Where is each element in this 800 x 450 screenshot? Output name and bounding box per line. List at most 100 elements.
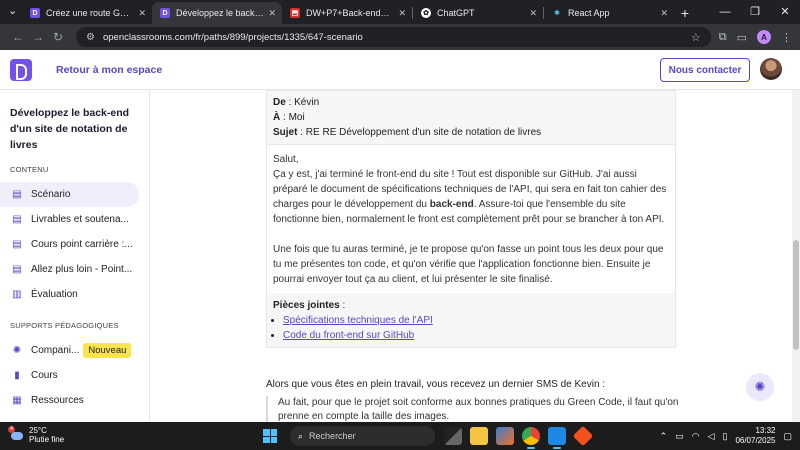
- openclassrooms-icon: D: [160, 8, 170, 18]
- extensions-icon[interactable]: ⧉: [719, 31, 727, 44]
- restore-icon[interactable]: ❐: [740, 0, 770, 24]
- sms-intro-text: Alors que vous êtes en plein travail, vo…: [266, 379, 606, 390]
- sidebar-item-cours-carriere[interactable]: ▤ Cours point carrière :...: [0, 232, 139, 257]
- email-to: Moi: [288, 112, 305, 123]
- book-icon: ▮: [14, 370, 20, 381]
- sidebar-item-label: Allez plus loin - Point...: [31, 264, 133, 275]
- sidebar-item-label: Évaluation: [31, 289, 78, 300]
- sidebar-item-evaluation[interactable]: ▥ Évaluation: [0, 282, 139, 307]
- browser-tab-3[interactable]: ⬒ DW+P7+Back-end+-+Spec ✕: [282, 2, 412, 24]
- tab-title: Créez une route GET - Open: [46, 8, 134, 18]
- sidebar-item-compagnon[interactable]: ✺ Compani... Nouveau: [0, 338, 139, 363]
- close-tab-icon[interactable]: ✕: [138, 8, 146, 19]
- close-window-icon[interactable]: ✕: [770, 0, 800, 24]
- file-explorer-icon[interactable]: [470, 427, 488, 445]
- close-tab-icon[interactable]: ✕: [398, 8, 406, 19]
- notification-icon[interactable]: ▢: [783, 431, 792, 442]
- contact-button[interactable]: Nous contacter: [660, 58, 750, 82]
- course-sidebar: Développez le back-end d'un site de nota…: [0, 90, 150, 422]
- chart-icon: ▥: [12, 289, 22, 300]
- subject-label: Sujet: [273, 127, 298, 138]
- task-view-icon[interactable]: [444, 427, 462, 445]
- new-tab-icon[interactable]: +: [674, 5, 696, 21]
- github-link[interactable]: Code du front-end sur GitHub: [283, 330, 414, 341]
- weather-widget[interactable]: 4 25°C Plutie fine: [8, 426, 65, 444]
- attachment-item: Code du front-end sur GitHub: [283, 328, 669, 343]
- pdf-icon: ⬒: [290, 8, 300, 18]
- bookmark-star-icon[interactable]: ☆: [691, 31, 701, 44]
- git-icon[interactable]: [572, 425, 594, 447]
- address-bar[interactable]: ⚙ openclassrooms.com/fr/paths/899/projec…: [76, 27, 711, 47]
- back-arrow-icon[interactable]: ←: [8, 30, 28, 44]
- email-paragraph-1: Salut, Ça y est, j'ai terminé le front-en…: [273, 152, 669, 227]
- back-to-space-link[interactable]: Retour à mon espace: [56, 64, 162, 76]
- profile-avatar[interactable]: A: [757, 30, 771, 44]
- language-icon[interactable]: ▭: [675, 431, 684, 442]
- assistant-fab-icon[interactable]: ✺: [746, 373, 774, 401]
- scrollbar-thumb[interactable]: [793, 240, 799, 350]
- taskbar-apps: [444, 425, 594, 449]
- folder-icon: ▦: [12, 395, 22, 406]
- search-icon: ⌕: [298, 430, 304, 441]
- sms-quote: Au fait, pour que le projet soit conform…: [266, 396, 686, 422]
- vscode-icon[interactable]: [548, 427, 566, 449]
- attachment-item: Spécifications techniques de l'API: [283, 313, 669, 328]
- sidebar-item-ressources[interactable]: ▦ Ressources: [0, 388, 139, 413]
- react-icon: ⚛: [553, 10, 561, 17]
- taskbar-search[interactable]: ⌕ Rechercher: [290, 426, 435, 446]
- course-title: Développez le back-end d'un site de nota…: [10, 107, 130, 151]
- sidebar-item-cours[interactable]: ▮ Cours: [0, 363, 139, 388]
- sidebar-icon[interactable]: ▭: [737, 31, 747, 44]
- site-info-icon[interactable]: ⚙: [86, 32, 95, 43]
- close-tab-icon[interactable]: ✕: [268, 8, 276, 19]
- browser-tab-5[interactable]: ⚛ React App ✕: [544, 2, 674, 24]
- tab-search-icon[interactable]: ⌄: [8, 4, 17, 17]
- api-spec-link[interactable]: Spécifications techniques de l'API: [283, 315, 433, 326]
- reload-icon[interactable]: ↻: [48, 30, 68, 44]
- page-scrollbar[interactable]: [792, 90, 800, 422]
- windows-start-icon[interactable]: [263, 429, 277, 443]
- browser-tab-2[interactable]: D Développez le back-end d'u ✕: [152, 2, 282, 24]
- clock[interactable]: 13:32 06/07/2025: [735, 426, 775, 446]
- battery-icon[interactable]: ▯: [722, 431, 727, 442]
- email-greeting: Salut,: [273, 154, 299, 165]
- main-content: De : Kévin À : Moi Sujet : RE RE Dévelop…: [151, 90, 800, 422]
- email-card: De : Kévin À : Moi Sujet : RE RE Dévelop…: [266, 90, 676, 348]
- site-header: Retour à mon espace Nous contacter: [0, 50, 800, 90]
- document-icon: ▤: [12, 189, 22, 200]
- sidebar-item-label: Ressources: [31, 395, 84, 406]
- email-subject-row: Sujet : RE RE Développement d'un site de…: [273, 127, 542, 138]
- menu-dots-icon[interactable]: ⋮: [781, 31, 792, 44]
- sidebar-item-livrables[interactable]: ▤ Livrables et soutena...: [0, 207, 139, 232]
- attachments-label: Pièces jointes: [273, 300, 340, 311]
- chrome-icon[interactable]: [522, 427, 540, 449]
- tab-title: React App: [568, 8, 610, 18]
- new-badge: Nouveau: [83, 343, 132, 358]
- wifi-icon[interactable]: ◠: [692, 431, 700, 442]
- close-tab-icon[interactable]: ✕: [660, 8, 668, 19]
- openclassrooms-icon: D: [30, 8, 40, 18]
- email-body: Salut, Ça y est, j'ai terminé le front-en…: [267, 145, 675, 293]
- url-text: openclassrooms.com/fr/paths/899/projects…: [102, 31, 363, 43]
- sidebar-item-aller-plus-loin[interactable]: ▤ Allez plus loin - Point...: [0, 257, 139, 282]
- to-label: À: [273, 112, 281, 123]
- email-paragraph-2: Une fois que tu auras terminé, je te pro…: [273, 244, 664, 285]
- minimize-icon[interactable]: —: [710, 0, 740, 24]
- user-avatar[interactable]: [760, 58, 782, 80]
- sidebar-item-scenario[interactable]: ▤ Scénario: [0, 182, 139, 207]
- web-page: Retour à mon espace Nous contacter Dével…: [0, 50, 800, 422]
- browser-tab-4[interactable]: ✿ ChatGPT ✕: [413, 2, 543, 24]
- forward-arrow-icon[interactable]: →: [28, 30, 48, 44]
- volume-icon[interactable]: ◁: [708, 431, 715, 442]
- search-placeholder: Rechercher: [309, 431, 356, 441]
- weather-temp: 25°C: [29, 426, 47, 435]
- weather-desc: Plutie fine: [29, 435, 65, 444]
- sidebar-item-label: Compani...: [31, 345, 80, 356]
- section-label-supports: SUPPORTS PÉDAGOGIQUES: [10, 321, 119, 330]
- chevron-up-icon[interactable]: ⌃: [660, 431, 668, 442]
- photos-icon[interactable]: [496, 427, 514, 445]
- browser-tab-1[interactable]: D Créez une route GET - Open ✕: [22, 2, 152, 24]
- close-tab-icon[interactable]: ✕: [529, 8, 537, 19]
- browser-tab-strip: ⌄ D Créez une route GET - Open ✕ D Dével…: [0, 0, 800, 24]
- openclassrooms-logo[interactable]: [10, 58, 32, 81]
